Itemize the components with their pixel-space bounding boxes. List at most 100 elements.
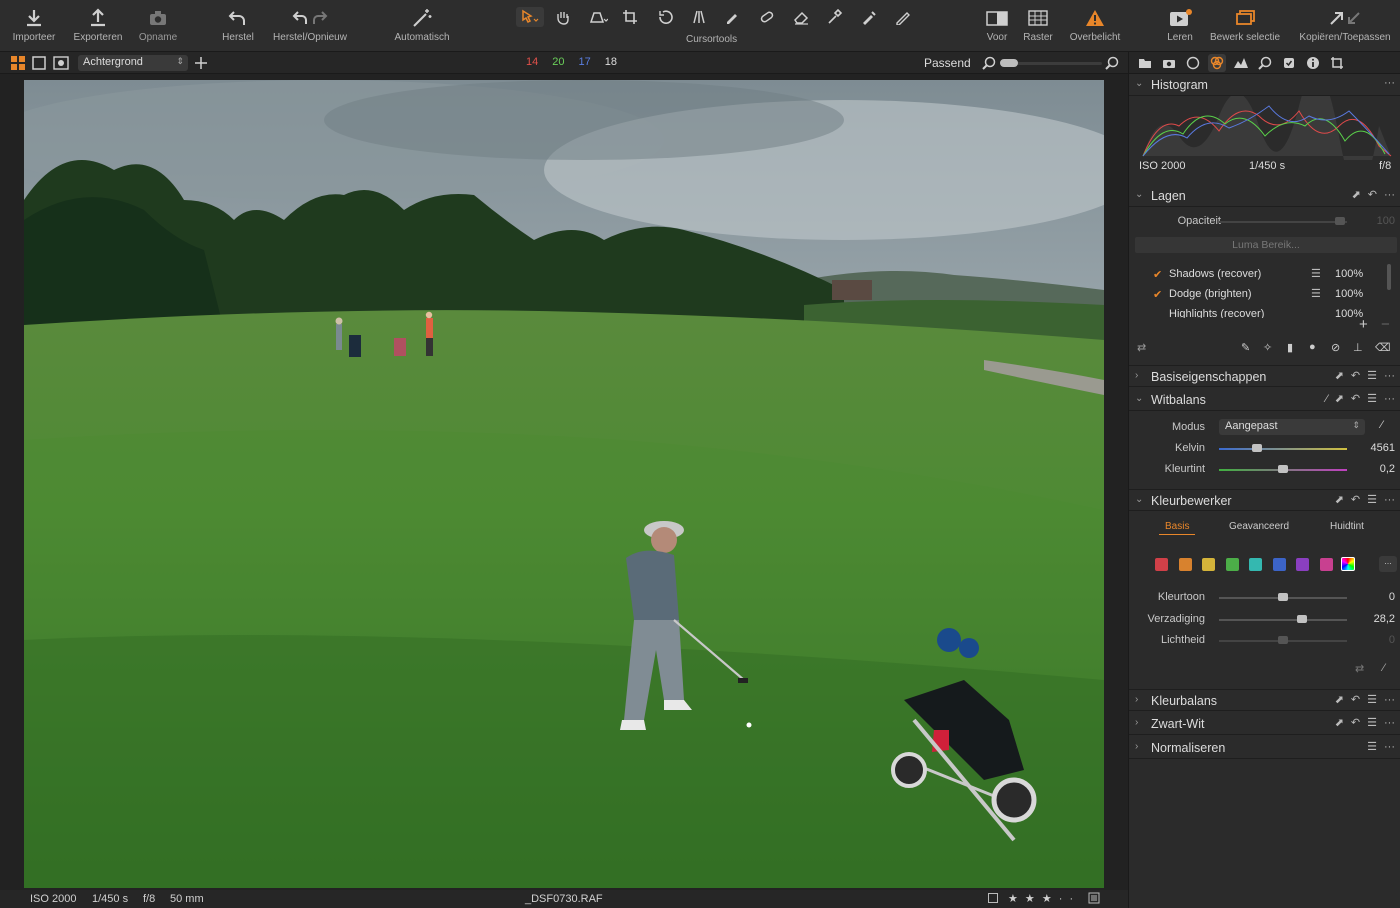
reset-icon[interactable]: ↶: [1351, 392, 1360, 405]
kelvin-slider[interactable]: [1219, 448, 1347, 450]
lens-tab-icon[interactable]: [1184, 54, 1202, 72]
black-white-header[interactable]: › Zwart-Wit ⬈ ↶ ☰ ···: [1129, 713, 1400, 735]
swap-icon[interactable]: ⇄: [1355, 662, 1364, 675]
metadata-tab-icon[interactable]: [1304, 54, 1322, 72]
remove-layer-icon[interactable]: −: [1381, 316, 1390, 333]
zoom-slider-handle[interactable]: [1000, 59, 1018, 67]
reset-icon[interactable]: ↶: [1368, 188, 1377, 201]
layer-name[interactable]: Shadows (recover): [1169, 268, 1261, 280]
reset-icon[interactable]: ↶: [1351, 716, 1360, 729]
exposure-warning-button[interactable]: Overbelicht: [1064, 4, 1126, 50]
edit-selection-button[interactable]: Bewerk selectie: [1206, 4, 1284, 50]
export-button[interactable]: Exporteren: [68, 4, 128, 50]
exposure-tab-icon[interactable]: [1232, 54, 1250, 72]
info-list-icon[interactable]: [1088, 892, 1100, 907]
color-swatch[interactable]: [1272, 558, 1286, 571]
hue-value[interactable]: 0: [1359, 591, 1395, 603]
tint-slider-handle[interactable]: [1278, 465, 1288, 473]
histogram-header[interactable]: ⌄ Histogram ···: [1129, 74, 1400, 96]
eraser-tool[interactable]: [788, 7, 816, 27]
swap-icon[interactable]: ⇄: [1137, 341, 1146, 354]
auto-icon[interactable]: ⬈: [1335, 369, 1344, 382]
layer-settings-icon[interactable]: ☰: [1311, 287, 1321, 300]
basic-characteristics-header[interactable]: › Basiseigenschappen ⬈ ↶ ☰ ···: [1129, 365, 1400, 387]
more-options-icon[interactable]: ···: [1384, 77, 1395, 89]
capture-tab-icon[interactable]: [1160, 54, 1178, 72]
color-swatch[interactable]: [1202, 558, 1215, 571]
wb-picker-tool[interactable]: [856, 7, 884, 27]
lightness-slider-handle[interactable]: [1278, 636, 1288, 644]
luma-range-button[interactable]: Luma Bereik...: [1135, 237, 1397, 253]
tab-basis[interactable]: Basis: [1165, 521, 1189, 532]
more-options-icon[interactable]: ···: [1384, 189, 1395, 201]
heal-icon[interactable]: ⊘: [1331, 341, 1340, 354]
layer-select[interactable]: Achtergrond ⇕: [78, 55, 188, 71]
crop-tab-icon[interactable]: [1328, 54, 1346, 72]
layers-header[interactable]: ⌄ Lagen ⬈ ↶ ···: [1129, 185, 1400, 207]
golf-photo[interactable]: [24, 80, 1104, 888]
select-checkbox[interactable]: [988, 893, 998, 903]
auto-icon[interactable]: ⬈: [1352, 188, 1361, 201]
zoom-in-icon[interactable]: [1105, 56, 1119, 73]
before-button[interactable]: Voor: [980, 4, 1014, 50]
color-tab-icon[interactable]: [1208, 54, 1226, 72]
more-options-icon[interactable]: ···: [1384, 717, 1395, 729]
annotate-tool[interactable]: [890, 7, 918, 27]
add-layer-icon[interactable]: [194, 56, 208, 73]
reset-icon[interactable]: ↶: [1351, 693, 1360, 706]
undo-button[interactable]: Herstel: [216, 4, 260, 50]
checkmark-icon[interactable]: ✔: [1153, 288, 1162, 301]
library-tab-icon[interactable]: [1136, 54, 1154, 72]
presets-icon[interactable]: ☰: [1367, 693, 1377, 706]
color-balance-header[interactable]: › Kleurbalans ⬈ ↶ ☰ ···: [1129, 689, 1400, 711]
multi-view-icon[interactable]: [11, 56, 25, 73]
import-button[interactable]: Importeer: [8, 4, 60, 50]
zoom-out-icon[interactable]: [982, 56, 996, 73]
checkmark-icon[interactable]: ✔: [1153, 268, 1162, 281]
normalize-header[interactable]: › Normaliseren ☰ ···: [1129, 737, 1400, 759]
reset-icon[interactable]: ↶: [1351, 369, 1360, 382]
all-colors-swatch[interactable]: [1341, 557, 1355, 571]
capture-button[interactable]: Opname: [134, 4, 182, 50]
layer-name[interactable]: Dodge (brighten): [1169, 288, 1252, 300]
layer-name[interactable]: Highlights (recover): [1169, 308, 1264, 318]
presets-icon[interactable]: ☰: [1367, 369, 1377, 382]
loupe-tool[interactable]: [584, 7, 612, 27]
linear-gradient-icon[interactable]: ▮: [1287, 341, 1293, 354]
opacity-slider[interactable]: [1219, 221, 1347, 223]
rotate-tool[interactable]: [652, 7, 680, 27]
copy-apply-button[interactable]: Kopiëren/Toepassen: [1296, 4, 1394, 50]
single-view-icon[interactable]: [32, 56, 46, 73]
radial-gradient-icon[interactable]: ●: [1309, 341, 1316, 353]
heal-brush-tool[interactable]: [754, 7, 782, 27]
color-swatch[interactable]: [1155, 558, 1168, 571]
adjustments-tab-icon[interactable]: [1280, 54, 1298, 72]
add-layer-icon[interactable]: +: [1359, 316, 1368, 333]
magic-brush-icon[interactable]: ✧: [1263, 341, 1272, 354]
more-options-icon[interactable]: ···: [1384, 741, 1395, 753]
color-editor-header[interactable]: ⌄ Kleurbewerker ⬈ ↶ ☰ ···: [1129, 489, 1400, 511]
brush-icon[interactable]: ✎: [1241, 341, 1250, 354]
hue-slider-handle[interactable]: [1278, 593, 1288, 601]
proof-view-icon[interactable]: [53, 56, 69, 73]
crop-tool[interactable]: [618, 7, 646, 27]
auto-icon[interactable]: ⬈: [1335, 693, 1344, 706]
wb-mode-select[interactable]: Aangepast ⇕: [1219, 419, 1365, 435]
reset-icon[interactable]: ↶: [1351, 493, 1360, 506]
color-swatch[interactable]: [1178, 558, 1192, 571]
white-balance-header[interactable]: ⌄ Witbalans ⁄ ⬈ ↶ ☰ ···: [1129, 389, 1400, 411]
color-swatch[interactable]: [1319, 558, 1333, 571]
learn-button[interactable]: Leren: [1164, 4, 1196, 50]
saturation-value[interactable]: 28,2: [1359, 613, 1395, 625]
draw-mask-tool[interactable]: [720, 7, 748, 27]
tint-value[interactable]: 0,2: [1359, 463, 1395, 475]
layer-settings-icon[interactable]: ☰: [1311, 267, 1321, 280]
saturation-slider[interactable]: [1219, 619, 1347, 621]
layers-scrollbar[interactable]: [1387, 264, 1391, 290]
color-swatch[interactable]: [1249, 558, 1262, 571]
more-options-icon[interactable]: ···: [1384, 393, 1395, 405]
presets-icon[interactable]: ☰: [1367, 740, 1377, 753]
color-picker-tool[interactable]: [822, 7, 850, 27]
auto-adjust-button[interactable]: Automatisch: [388, 4, 456, 50]
picker-icon[interactable]: ⁄: [1326, 393, 1328, 405]
